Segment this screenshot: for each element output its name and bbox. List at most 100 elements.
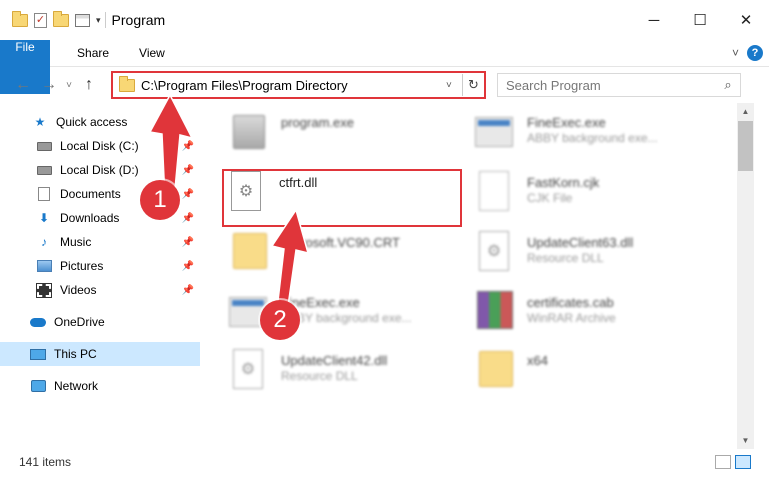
folder-icon	[475, 349, 515, 393]
ribbon-right-controls: ˅ ?	[732, 45, 763, 61]
search-input[interactable]: Search Program	[506, 78, 716, 93]
new-folder-icon[interactable]	[53, 10, 69, 27]
file-item[interactable]: FineExec.exe ABBY background exe...	[475, 111, 711, 165]
pin-icon[interactable]: 📌	[182, 261, 194, 272]
music-icon: ♪	[41, 235, 47, 249]
properties-check-icon[interactable]: ✓	[34, 12, 47, 28]
dll-icon: ⚙	[229, 349, 269, 393]
sidebar-item-pictures[interactable]: Pictures 📌	[0, 254, 200, 278]
pin-icon[interactable]: 📌	[182, 141, 194, 152]
folder-icon[interactable]	[12, 10, 28, 27]
file-item[interactable]: program.exe	[229, 111, 465, 165]
address-path[interactable]: C:\Program Files\Program Directory	[141, 78, 446, 93]
search-box[interactable]: Search Program ⌕	[497, 73, 741, 97]
program-exe-icon	[229, 111, 269, 155]
file-item[interactable]: ⚙ UpdateClient42.dll Resource DLL	[229, 349, 465, 403]
network-icon	[30, 379, 46, 393]
sidebar-item-label: OneDrive	[54, 315, 105, 329]
star-icon: ★	[34, 115, 46, 129]
sidebar-item-this-pc[interactable]: This PC	[0, 342, 200, 366]
downloads-icon: ⬇	[38, 211, 50, 225]
item-count: 141 items	[19, 455, 72, 469]
vertical-scrollbar[interactable]: ▲ ▼	[737, 103, 754, 449]
onedrive-icon	[30, 315, 46, 329]
recent-locations-button[interactable]: ˅	[62, 80, 76, 91]
status-bar: 141 items	[0, 449, 769, 475]
file-icon	[475, 171, 515, 215]
sidebar-item-quick-access[interactable]: ★ Quick access	[0, 110, 200, 134]
file-name: UpdateClient63.dll	[527, 235, 634, 250]
view-toggle	[715, 455, 751, 469]
refresh-button[interactable]: ↻	[462, 74, 484, 96]
file-name: FineExec.exe	[281, 295, 360, 310]
address-bar[interactable]: C:\Program Files\Program Directory ˅ ↻	[111, 71, 486, 99]
expand-ribbon-chevron-icon[interactable]: ˅	[732, 46, 739, 60]
customize-toolbar-caret-icon[interactable]: ▾	[96, 15, 101, 26]
navigation-pane: ★ Quick access Local Disk (C:) 📌 Local D…	[0, 103, 200, 449]
forward-button[interactable]: →	[36, 76, 62, 94]
file-list: program.exe FineExec.exe ABBY background…	[203, 103, 737, 449]
file-item[interactable]: ⚙ UpdateClient63.dll Resource DLL	[475, 231, 711, 285]
sidebar-item-label: Quick access	[56, 115, 128, 129]
sidebar-item-label: This PC	[54, 347, 97, 361]
file-name: program.exe	[281, 115, 354, 130]
file-description: WinRAR Archive	[527, 311, 616, 325]
file-name: FineExec.exe	[527, 115, 606, 130]
file-description: ABBY background exe...	[281, 311, 412, 325]
pin-icon[interactable]: 📌	[182, 237, 194, 248]
file-item[interactable]: FastKorn.cjk CJK File	[475, 171, 711, 225]
exe-icon	[475, 111, 515, 155]
scrollbar-thumb[interactable]	[738, 121, 753, 171]
pin-icon[interactable]: 📌	[182, 285, 194, 296]
ribbon-tabs: File Home Share View ˅ ?	[0, 40, 769, 94]
file-description: ABBY background exe...	[527, 131, 658, 145]
drive-icon	[36, 139, 52, 153]
sidebar-item-label: Pictures	[60, 259, 104, 273]
pin-icon[interactable]: 📌	[182, 213, 194, 224]
window-controls: ─ ☐ ✕	[631, 0, 769, 40]
up-button[interactable]: ↑	[76, 76, 102, 94]
pin-icon[interactable]: 📌	[182, 165, 194, 176]
file-name: x64	[527, 353, 548, 368]
file-item[interactable]: Microsoft.VC90.CRT	[229, 231, 465, 285]
pc-icon	[30, 347, 46, 361]
file-name: UpdateClient42.dll	[281, 353, 388, 368]
title-bar: ✓ ▾ Program ─ ☐ ✕	[0, 0, 769, 40]
file-item[interactable]: x64	[475, 349, 711, 403]
back-button[interactable]: ←	[10, 76, 36, 94]
maximize-button[interactable]: ☐	[677, 0, 723, 40]
search-icon[interactable]: ⌕	[716, 77, 740, 93]
dll-icon: ⚙	[475, 231, 515, 275]
folder-icon	[119, 75, 135, 92]
file-name: certificates.cab	[527, 295, 614, 310]
sidebar-item-label: Local Disk (C:)	[60, 139, 139, 153]
sidebar-item-label: Network	[54, 379, 99, 393]
details-view-icon[interactable]	[715, 455, 731, 469]
window-title: Program	[111, 12, 166, 28]
sidebar-item-videos[interactable]: Videos 📌	[0, 278, 200, 302]
minimize-button[interactable]: ─	[631, 0, 677, 40]
address-row: ← → ˅ ↑ C:\Program Files\Program Directo…	[0, 67, 769, 103]
documents-icon	[36, 187, 52, 201]
pin-icon[interactable]: 📌	[182, 189, 194, 200]
cab-icon	[475, 291, 515, 335]
view-icon[interactable]	[75, 13, 90, 27]
sidebar-item-onedrive[interactable]: OneDrive	[0, 310, 200, 334]
scroll-up-arrow-icon[interactable]: ▲	[737, 103, 754, 120]
scroll-down-arrow-icon[interactable]: ▼	[737, 432, 754, 449]
address-dropdown-icon[interactable]: ˅	[446, 80, 462, 91]
file-item[interactable]: certificates.cab WinRAR Archive	[475, 291, 711, 345]
help-icon[interactable]: ?	[747, 45, 763, 61]
file-name: FastKorn.cjk	[527, 175, 600, 190]
sidebar-item-network[interactable]: Network	[0, 374, 200, 398]
sidebar-item-music[interactable]: ♪ Music 📌	[0, 230, 200, 254]
tab-share[interactable]: Share	[62, 40, 124, 66]
sidebar-item-local-disk-d[interactable]: Local Disk (D:) 📌	[0, 158, 200, 182]
large-icons-view-icon[interactable]	[735, 455, 751, 469]
sidebar-item-label: Videos	[60, 283, 97, 297]
close-button[interactable]: ✕	[723, 0, 769, 40]
sidebar-item-local-disk-c[interactable]: Local Disk (C:) 📌	[0, 134, 200, 158]
tab-view[interactable]: View	[124, 40, 180, 66]
title-separator	[104, 12, 106, 28]
quick-access-toolbar: ✓ ▾	[12, 10, 101, 28]
